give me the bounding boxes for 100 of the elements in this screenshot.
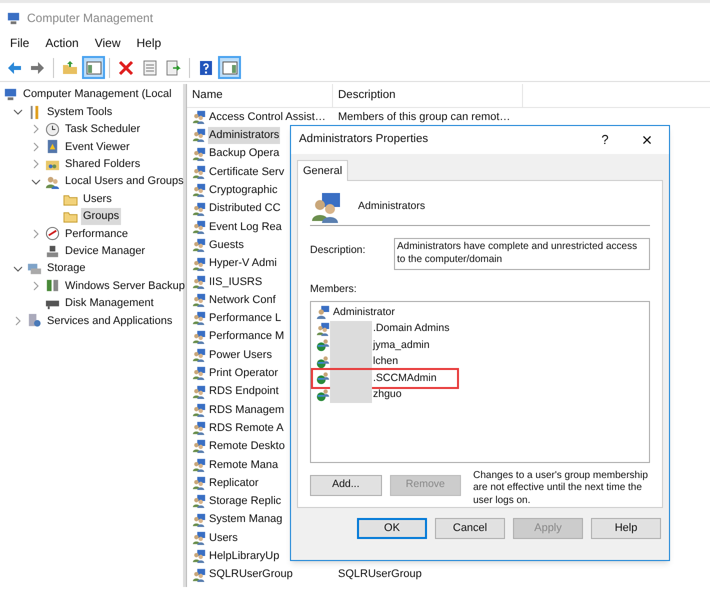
- tree-item[interactable]: Users: [81, 190, 114, 208]
- tree-item[interactable]: Device Manager: [63, 242, 148, 260]
- add-button[interactable]: Add...: [310, 474, 382, 496]
- folder-up-icon: [62, 60, 78, 76]
- group-name[interactable]: Power Users: [208, 346, 273, 364]
- group-name[interactable]: Backup Opera: [208, 145, 280, 162]
- group-icon: [192, 530, 206, 545]
- users-icon: [45, 174, 60, 190]
- member-name[interactable]: lchen: [372, 355, 398, 368]
- collapse-chevron-icon[interactable]: [13, 107, 23, 118]
- console-tree-button[interactable]: [82, 56, 105, 79]
- group-icon: [192, 568, 206, 582]
- dialog-button[interactable]: OK: [357, 518, 427, 539]
- forward-arrow-icon: [30, 60, 46, 76]
- group-icon: [192, 458, 206, 472]
- group-name[interactable]: Hyper-V Admi: [208, 255, 278, 272]
- menu-item[interactable]: File: [10, 34, 30, 52]
- group-name[interactable]: Cryptographic: [208, 182, 278, 199]
- tree-item[interactable]: Disk Management: [63, 295, 156, 312]
- group-name[interactable]: Print Operator: [208, 365, 280, 382]
- group-icon: [192, 238, 206, 252]
- menu-item[interactable]: View: [94, 34, 120, 52]
- group-name[interactable]: System Manag: [208, 511, 284, 528]
- globe-user-icon: [316, 338, 330, 352]
- menu-item[interactable]: Help: [136, 34, 162, 52]
- expand-chevron-icon[interactable]: [31, 159, 41, 170]
- expand-chevron-icon[interactable]: [13, 316, 23, 326]
- member-name[interactable]: .Domain Admins: [372, 322, 450, 336]
- group-name[interactable]: Remote Deskto: [208, 438, 286, 455]
- expand-chevron-icon[interactable]: [31, 124, 41, 134]
- group-name[interactable]: Distributed CC: [208, 200, 282, 217]
- group-icon: [192, 476, 206, 490]
- tree-item[interactable]: Computer Management (Local: [21, 86, 174, 103]
- globe-user-icon: [316, 371, 330, 386]
- group-icon: [192, 110, 206, 124]
- dialog-title: Administrators Properties: [299, 132, 430, 148]
- group-icon: [192, 421, 206, 436]
- group-name[interactable]: IIS_IUSRS: [208, 274, 264, 290]
- column-header[interactable]: Description: [333, 84, 523, 107]
- group-name[interactable]: RDS Remote A: [208, 420, 285, 436]
- tree-item[interactable]: Storage: [45, 260, 88, 277]
- expand-chevron-icon[interactable]: [31, 228, 41, 239]
- member-name[interactable]: jyma_admin: [372, 338, 430, 352]
- collapse-chevron-icon[interactable]: [31, 176, 41, 187]
- user-icon: [316, 305, 330, 320]
- expand-chevron-icon[interactable]: [31, 142, 41, 152]
- group-name[interactable]: Certificate Serv: [208, 164, 286, 180]
- tree-item[interactable]: Services and Applications: [45, 312, 174, 330]
- member-name[interactable]: .SCCMAdmin: [372, 372, 437, 385]
- export-list-icon: [166, 60, 182, 76]
- group-name[interactable]: RDS Endpoint: [208, 383, 280, 400]
- dialog-button[interactable]: Cancel: [435, 518, 505, 539]
- group-name[interactable]: Users: [208, 530, 239, 546]
- computer-icon: [3, 87, 18, 102]
- group-name[interactable]: Remote Mana: [208, 456, 280, 474]
- group-icon: [192, 293, 206, 308]
- group-name[interactable]: Guests: [208, 236, 245, 254]
- group-icon: [192, 128, 206, 142]
- tree-item[interactable]: Task Scheduler: [63, 121, 142, 138]
- device-icon: [45, 244, 60, 259]
- dialog-button[interactable]: Help: [591, 518, 661, 539]
- group-icon: [192, 549, 206, 564]
- group-name[interactable]: Network Conf: [208, 292, 277, 308]
- computer-icon: [6, 10, 21, 26]
- group-name[interactable]: SQLRUserGroup: [208, 566, 294, 583]
- group-description: SQLRUserGroup: [337, 567, 422, 582]
- group-name[interactable]: Performance L: [208, 310, 282, 327]
- tree-item[interactable]: System Tools: [45, 104, 114, 120]
- member-name[interactable]: Administrator: [332, 306, 395, 319]
- group-icon: [192, 220, 206, 234]
- tree-item[interactable]: Groups: [81, 208, 122, 225]
- tab[interactable]: General: [297, 160, 348, 181]
- group-icon: [192, 311, 206, 326]
- tree-item[interactable]: Performance: [63, 226, 130, 242]
- group-name[interactable]: Replicator: [208, 474, 260, 492]
- action-pane-button[interactable]: [218, 56, 241, 79]
- help-button[interactable]: ?: [585, 126, 625, 154]
- column-header[interactable]: Name: [187, 84, 333, 107]
- group-name[interactable]: Access Control Assist…: [208, 108, 327, 126]
- group-name[interactable]: Event Log Rea: [208, 218, 283, 236]
- tree-item[interactable]: Event Viewer: [63, 138, 132, 156]
- tree-item[interactable]: Windows Server Backup: [63, 278, 187, 294]
- tree-item[interactable]: Shared Folders: [63, 156, 142, 172]
- globe-user-icon: [316, 354, 330, 369]
- group-name[interactable]: Administrators: [208, 127, 280, 144]
- collapse-chevron-icon[interactable]: [13, 264, 23, 274]
- group-icon: [192, 183, 206, 198]
- expand-chevron-icon[interactable]: [31, 280, 41, 291]
- member-name[interactable]: zhguo: [372, 388, 402, 402]
- group-description: Members of this group can remot…: [337, 110, 510, 125]
- group-name[interactable]: RDS Managem: [208, 402, 286, 418]
- group-name-label: Administrators: [358, 199, 426, 214]
- group-name[interactable]: Storage Replic: [208, 493, 282, 510]
- description-field[interactable]: Administrators have complete and unrestricted access to the computer/domain: [394, 238, 650, 270]
- group-name[interactable]: Performance M: [208, 328, 286, 345]
- tree-item[interactable]: Local Users and Groups: [63, 173, 186, 190]
- close-button[interactable]: ×: [625, 126, 669, 154]
- properties-icon: [142, 60, 158, 76]
- group-name[interactable]: HelpLibraryUp: [208, 548, 280, 565]
- menu-item[interactable]: Action: [45, 34, 79, 52]
